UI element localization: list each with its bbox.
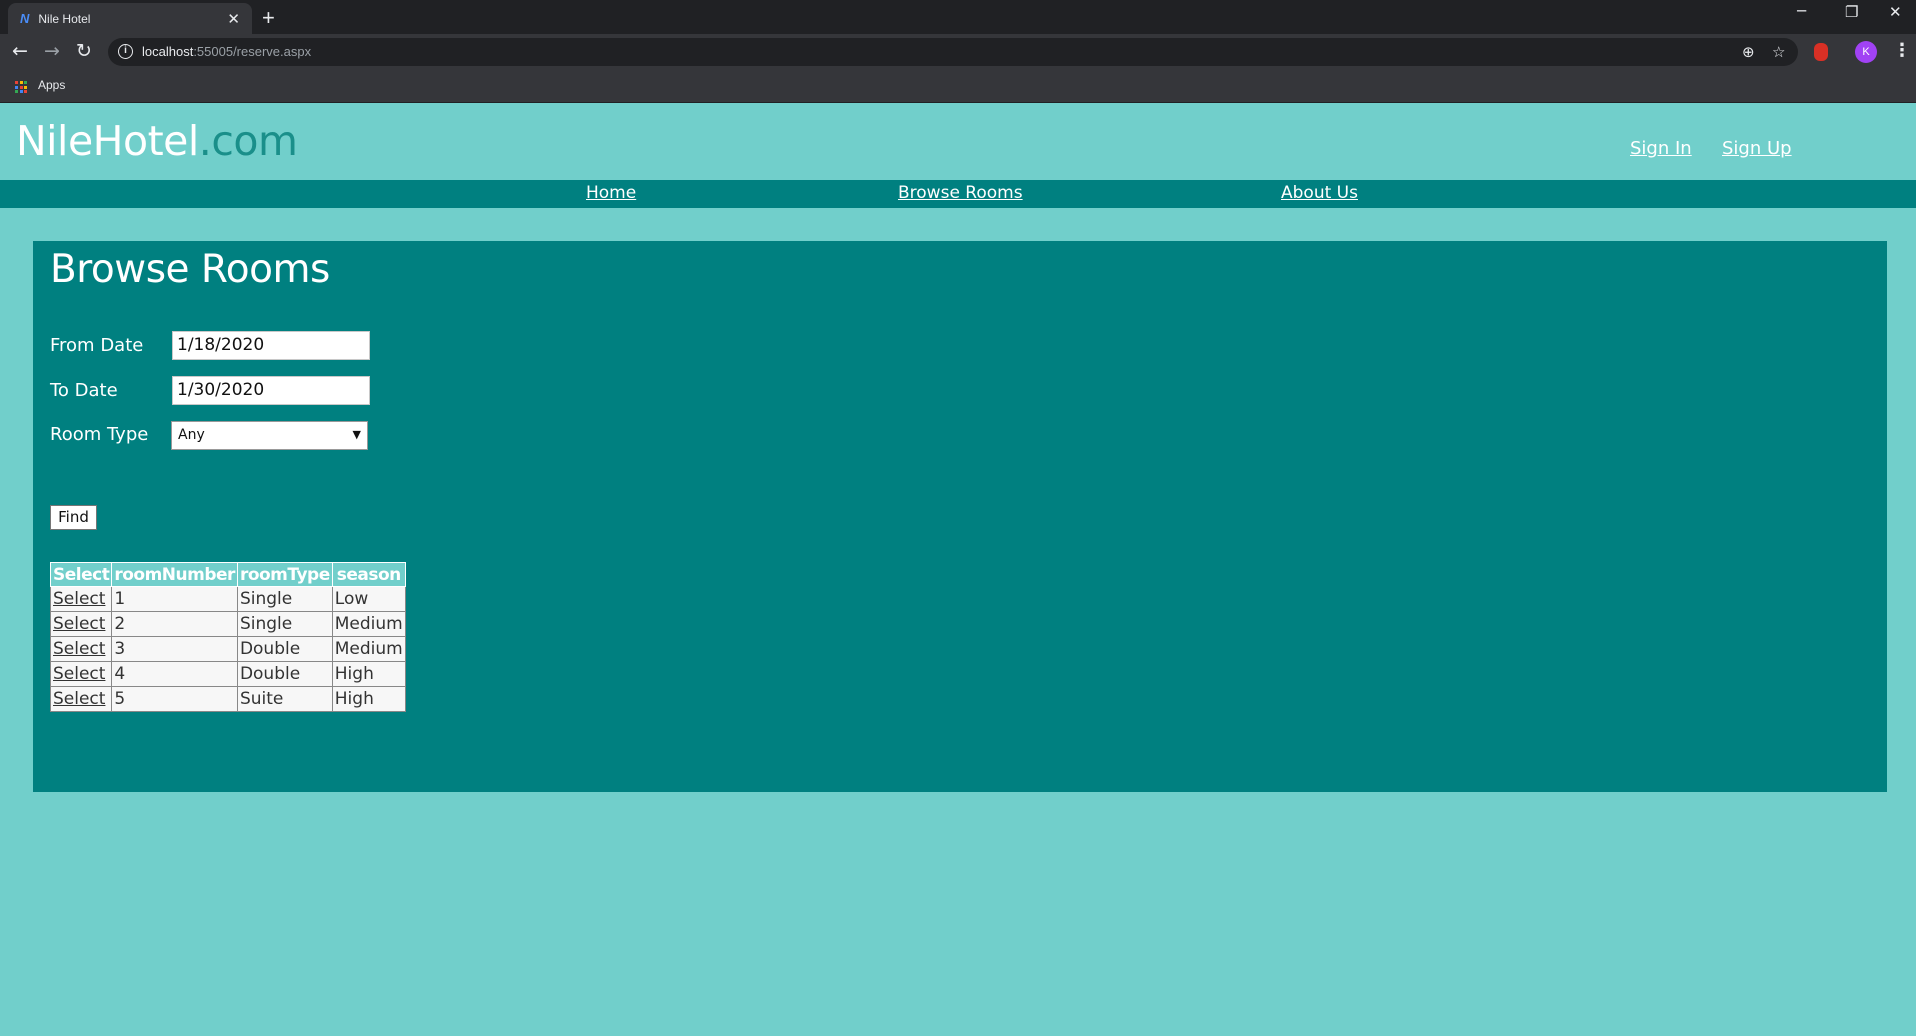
page-title: Browse Rooms (50, 247, 330, 292)
room-type-label: Room Type (50, 424, 149, 445)
apps-bookmark[interactable]: Apps (38, 78, 65, 92)
close-window-icon[interactable]: ✕ (1889, 3, 1902, 21)
from-date-label: From Date (50, 335, 144, 356)
room-type-cell: Double (236, 636, 333, 662)
room-number-cell: 1 (111, 586, 238, 612)
site-logo[interactable]: NileHotel.com (16, 117, 298, 165)
sign-up-link[interactable]: Sign Up (1722, 138, 1792, 159)
bookmark-star-icon[interactable]: ☆ (1772, 43, 1785, 61)
logo-suffix: .com (198, 117, 298, 165)
table-row: Select 5 Suite High (49, 686, 406, 712)
table-row: Select 2 Single Medium (49, 611, 406, 637)
table-row: Select 3 Double Medium (49, 636, 406, 662)
new-tab-icon[interactable]: + (262, 5, 275, 31)
table-row: Select 1 Single Low (49, 586, 406, 612)
room-number-cell: 4 (111, 661, 238, 687)
season-cell: High (331, 661, 406, 687)
reload-icon[interactable]: ↻ (76, 40, 92, 62)
dropdown-arrow-icon: ▼ (352, 428, 361, 441)
column-header: season (331, 562, 406, 587)
url-host: localhost (142, 44, 194, 59)
browser-toolbar: ← → ↻ i localhost:55005/reserve.aspx ⊕ ☆… (0, 34, 1916, 70)
select-link[interactable]: Select (49, 686, 113, 712)
room-number-cell: 5 (111, 686, 238, 712)
nav-about-us[interactable]: About Us (1281, 183, 1358, 203)
nile-favicon-icon: N (20, 11, 30, 26)
site-info-icon[interactable]: i (118, 44, 133, 59)
season-cell: Medium (331, 636, 406, 662)
room-type-value: Any (178, 427, 205, 443)
profile-avatar[interactable]: K (1855, 41, 1877, 63)
to-date-input[interactable]: 1/30/2020 (172, 376, 370, 405)
back-icon[interactable]: ← (12, 40, 28, 62)
select-link[interactable]: Select (49, 586, 113, 612)
column-header: roomNumber (111, 562, 238, 587)
bookmarks-bar: Apps (0, 70, 1916, 103)
forward-icon[interactable]: → (44, 40, 60, 62)
room-number-cell: 2 (111, 611, 238, 637)
column-header: Select (49, 562, 113, 587)
to-date-label: To Date (50, 380, 118, 401)
select-link[interactable]: Select (49, 661, 113, 687)
main-nav: Home Browse Rooms About Us (0, 180, 1916, 208)
table-header-row: Select roomNumber roomType season (49, 562, 406, 587)
tab-close-icon[interactable]: ✕ (227, 10, 240, 28)
room-type-select[interactable]: Any ▼ (171, 421, 368, 450)
season-cell: Low (331, 586, 406, 612)
nav-browse-rooms[interactable]: Browse Rooms (898, 183, 1023, 203)
room-number-cell: 3 (111, 636, 238, 662)
browser-titlebar: N Nile Hotel ✕ + ─ ❐ ✕ (0, 0, 1916, 34)
apps-grid-icon[interactable] (15, 81, 27, 93)
room-type-cell: Single (236, 586, 333, 612)
tab-title: Nile Hotel (38, 11, 91, 26)
season-cell: High (331, 686, 406, 712)
from-date-input[interactable]: 1/18/2020 (172, 331, 370, 360)
menu-kebab-icon[interactable]: ⋮ (1893, 40, 1911, 61)
rooms-table: Select roomNumber roomType season Select… (49, 562, 406, 712)
room-type-cell: Single (236, 611, 333, 637)
restore-icon[interactable]: ❐ (1845, 3, 1858, 21)
sign-in-link[interactable]: Sign In (1630, 138, 1692, 159)
room-type-cell: Double (236, 661, 333, 687)
column-header: roomType (236, 562, 333, 587)
address-bar[interactable]: i localhost:55005/reserve.aspx ⊕ ☆ (108, 38, 1798, 66)
url-text: localhost:55005/reserve.aspx (142, 44, 311, 59)
find-button[interactable]: Find (50, 505, 97, 530)
browse-rooms-panel: Browse Rooms From Date 1/18/2020 To Date… (33, 241, 1887, 792)
season-cell: Medium (331, 611, 406, 637)
logo-main: NileHotel (16, 117, 199, 165)
browser-tab[interactable]: N Nile Hotel ✕ (8, 3, 252, 34)
room-type-cell: Suite (236, 686, 333, 712)
select-link[interactable]: Select (49, 636, 113, 662)
url-path: :55005/reserve.aspx (193, 44, 312, 59)
table-row: Select 4 Double High (49, 661, 406, 687)
site-header: NileHotel.com Sign In Sign Up (0, 103, 1916, 180)
extension-icon[interactable] (1814, 43, 1828, 61)
minimize-icon[interactable]: ─ (1797, 2, 1806, 20)
nav-home[interactable]: Home (586, 183, 636, 203)
zoom-icon[interactable]: ⊕ (1742, 43, 1755, 61)
select-link[interactable]: Select (49, 611, 113, 637)
